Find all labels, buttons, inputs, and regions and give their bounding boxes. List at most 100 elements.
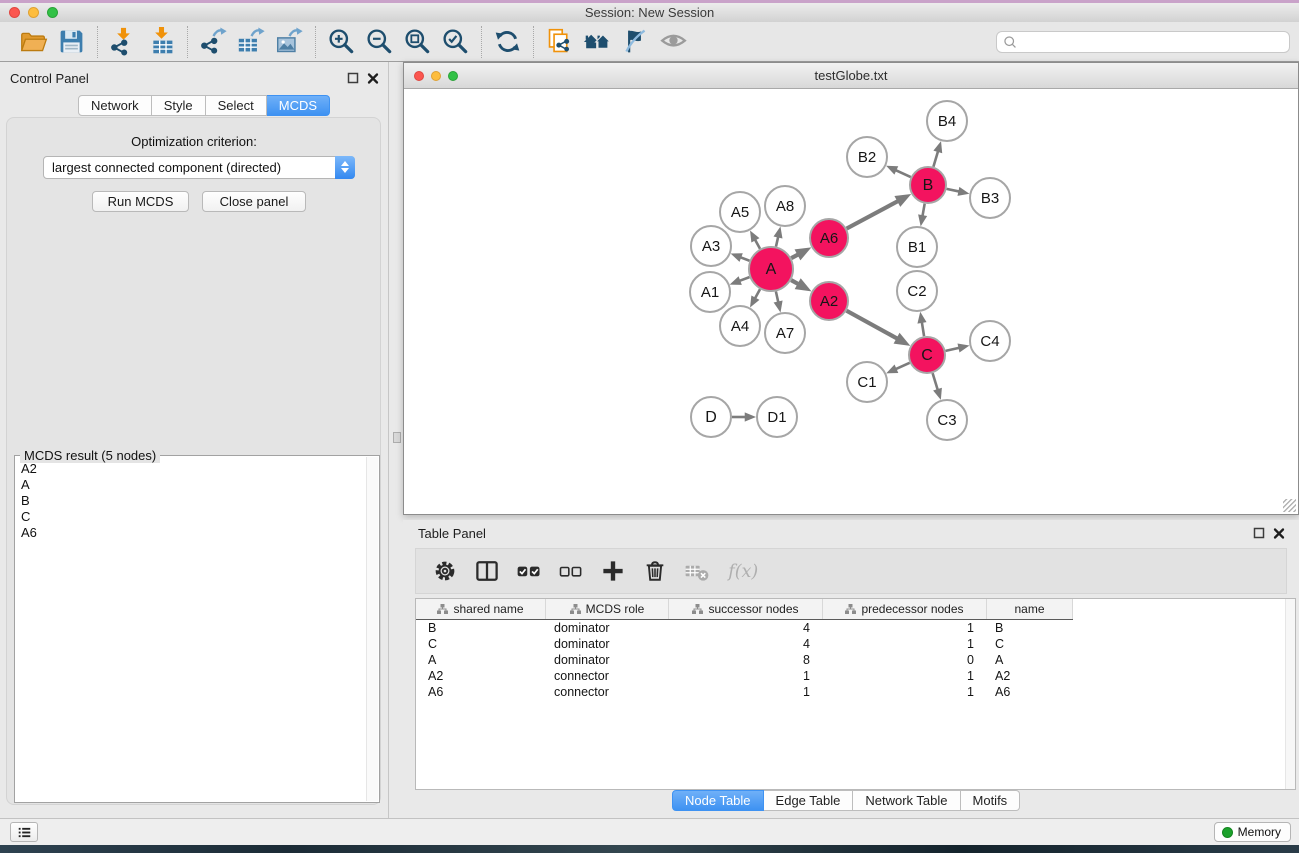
tab-motifs[interactable]: Motifs — [961, 790, 1021, 811]
graph-node-A8[interactable]: A8 — [765, 186, 805, 226]
table-row[interactable]: A2connector11A2 — [416, 668, 1295, 684]
network-graph[interactable]: B4 B2 B B3 A5A8A6 A3 B1 A A1 C2 A2 A4A7 C C4 C1 C3 D D1 — [404, 89, 1298, 514]
svg-text:A3: A3 — [702, 238, 720, 255]
export-image-button[interactable] — [274, 26, 305, 57]
column-header-name[interactable]: name — [987, 599, 1073, 619]
graph-node-C2[interactable]: C2 — [897, 271, 937, 311]
table-cell: A — [416, 653, 546, 667]
refresh-button[interactable] — [492, 26, 523, 57]
delete-button[interactable] — [638, 554, 671, 588]
graph-node-C1[interactable]: C1 — [847, 362, 887, 402]
search-icon — [1003, 35, 1017, 49]
tab-network-table[interactable]: Network Table — [853, 790, 960, 811]
graph-node-A2[interactable]: A2 — [810, 282, 848, 320]
import-table-button[interactable] — [146, 26, 177, 57]
select-all-button[interactable] — [512, 554, 545, 588]
graph-edge-arrowhead — [918, 214, 927, 226]
svg-text:B2: B2 — [858, 149, 876, 166]
graph-node-A5[interactable]: A5 — [720, 192, 760, 232]
tab-network[interactable]: Network — [78, 95, 152, 116]
result-scrollbar[interactable] — [366, 457, 378, 801]
table-settings-button[interactable] — [428, 554, 461, 588]
column-header-shared-name[interactable]: shared name — [416, 599, 546, 619]
table-row[interactable]: A6connector11A6 — [416, 684, 1295, 700]
deselect-all-button[interactable] — [554, 554, 587, 588]
window-resize-grip[interactable] — [1283, 499, 1296, 512]
zoom-out-button[interactable] — [364, 26, 395, 57]
table-row[interactable]: Bdominator41B — [416, 620, 1295, 636]
new-network-from-selection-icon — [545, 27, 574, 56]
network-minimize-button[interactable] — [431, 71, 441, 81]
graph-node-D1[interactable]: D1 — [757, 397, 797, 437]
save-session-button[interactable] — [56, 26, 87, 57]
mcds-result-item[interactable]: A — [21, 477, 364, 493]
run-mcds-button[interactable]: Run MCDS — [92, 191, 189, 212]
open-session-button[interactable] — [18, 26, 49, 57]
float-panel-icon[interactable] — [346, 71, 360, 85]
graph-node-B1[interactable]: B1 — [897, 227, 937, 267]
export-table-button[interactable] — [236, 26, 267, 57]
home-button[interactable] — [582, 26, 613, 57]
import-network-button[interactable] — [108, 26, 139, 57]
float-panel-icon[interactable] — [1252, 526, 1266, 540]
graph-node-A3[interactable]: A3 — [691, 226, 731, 266]
table-scrollbar[interactable] — [1285, 599, 1295, 789]
graph-edge — [946, 348, 960, 351]
graph-node-B2[interactable]: B2 — [847, 137, 887, 177]
graph-node-C3[interactable]: C3 — [927, 400, 967, 440]
graph-node-C[interactable]: C — [909, 337, 945, 373]
graph-node-A6[interactable]: A6 — [810, 219, 848, 257]
table-cell: 1 — [669, 685, 823, 699]
zoom-in-button[interactable] — [326, 26, 357, 57]
graph-node-A1[interactable]: A1 — [690, 272, 730, 312]
table-cell: A2 — [416, 669, 546, 683]
graph-node-B[interactable]: B — [910, 167, 946, 203]
close-panel-icon[interactable] — [366, 71, 380, 85]
criterion-dropdown[interactable]: largest connected component (directed) — [43, 156, 355, 179]
mcds-result-item[interactable]: A2 — [21, 461, 364, 477]
graph-edge — [847, 311, 898, 339]
search-box[interactable] — [996, 31, 1290, 53]
column-header-predecessor-nodes[interactable]: predecessor nodes — [823, 599, 987, 619]
column-view-button[interactable] — [470, 554, 503, 588]
panel-splitter-handle[interactable] — [393, 432, 401, 443]
memory-button[interactable]: Memory — [1214, 822, 1291, 842]
add-button[interactable] — [596, 554, 629, 588]
column-header-mcds-role[interactable]: MCDS role — [546, 599, 669, 619]
column-header-successor-nodes[interactable]: successor nodes — [669, 599, 823, 619]
close-panel-icon[interactable] — [1272, 526, 1286, 540]
graph-node-B4[interactable]: B4 — [927, 101, 967, 141]
zoom-selected-button[interactable] — [440, 26, 471, 57]
task-history-button[interactable] — [10, 822, 38, 842]
table-row[interactable]: Cdominator41C — [416, 636, 1295, 652]
close-panel-button[interactable]: Close panel — [202, 191, 306, 212]
mcds-result-item[interactable]: A6 — [21, 525, 364, 541]
graph-node-A[interactable]: A — [749, 247, 793, 291]
table-row[interactable]: Adominator80A — [416, 652, 1295, 668]
tab-select[interactable]: Select — [206, 95, 267, 116]
svg-text:C2: C2 — [907, 283, 926, 300]
mcds-result-item[interactable]: B — [21, 493, 364, 509]
tab-style[interactable]: Style — [152, 95, 206, 116]
network-canvas[interactable]: B4 B2 B B3 A5A8A6 A3 B1 A A1 C2 A2 A4A7 C C4 C1 C3 D D1 — [404, 89, 1298, 514]
zoom-fit-button[interactable] — [402, 26, 433, 57]
network-view-window: testGlobe.txt B4B2BB3A5A8A6A3B1AA1C2A2A4… — [403, 62, 1299, 515]
tab-mcds[interactable]: MCDS — [267, 95, 330, 116]
mcds-result-item[interactable]: C — [21, 509, 364, 525]
column-type-icon — [692, 604, 703, 614]
open-session-icon — [19, 27, 48, 56]
search-input[interactable] — [1017, 33, 1289, 51]
new-network-from-selection-button[interactable] — [544, 26, 575, 57]
graph-node-B3[interactable]: B3 — [970, 178, 1010, 218]
graph-node-A4[interactable]: A4 — [720, 306, 760, 346]
toggle-flags-button[interactable] — [620, 26, 651, 57]
network-zoom-button[interactable] — [448, 71, 458, 81]
tab-node-table[interactable]: Node Table — [672, 790, 764, 811]
graph-node-C4[interactable]: C4 — [970, 321, 1010, 361]
network-close-button[interactable] — [414, 71, 424, 81]
tab-edge-table[interactable]: Edge Table — [764, 790, 854, 811]
graph-node-D[interactable]: D — [691, 397, 731, 437]
export-network-button[interactable] — [198, 26, 229, 57]
function-builder-icon: f(x) — [724, 557, 764, 585]
graph-node-A7[interactable]: A7 — [765, 313, 805, 353]
